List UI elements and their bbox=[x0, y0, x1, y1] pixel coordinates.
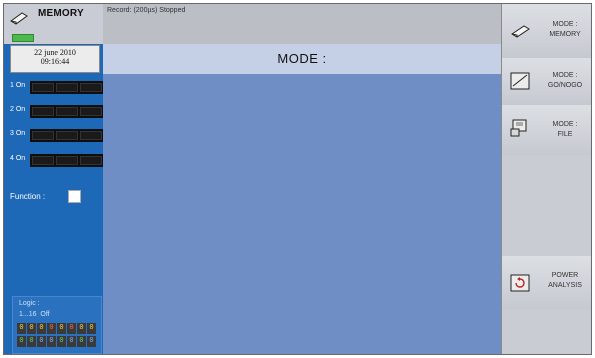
mode-header: MODE : bbox=[103, 44, 501, 75]
logic-bit: 0 bbox=[77, 336, 86, 347]
menu-empty-slot bbox=[502, 309, 591, 354]
channel-2[interactable]: 2 On bbox=[10, 105, 104, 119]
logic-bit: 0 bbox=[47, 323, 56, 334]
logic-bit: 0 bbox=[67, 323, 76, 334]
app-header: MEMORY bbox=[4, 4, 104, 44]
app-title: MEMORY bbox=[38, 8, 84, 19]
logic-bit: 0 bbox=[87, 336, 96, 347]
oscilloscope-screen: MEMORY Record: (200µs) Stopped 22 june 2… bbox=[3, 3, 592, 355]
main-display-area bbox=[103, 74, 501, 354]
logic-bit: 0 bbox=[57, 336, 66, 347]
logic-state: Off bbox=[40, 311, 50, 318]
page-title: MODE : bbox=[277, 51, 327, 66]
mode-memory-button[interactable]: MODE : MEMORY bbox=[502, 4, 591, 59]
logic-bit: 0 bbox=[37, 323, 46, 334]
function-checkbox[interactable] bbox=[68, 190, 81, 203]
menu-label: MODE : MEMORY bbox=[549, 21, 581, 38]
logic-range-value: 1...16 bbox=[19, 311, 37, 318]
time-label: 09:16:44 bbox=[40, 57, 70, 66]
mode-gonogo-button[interactable]: MODE : GO/NOGO bbox=[502, 58, 591, 106]
record-status: Record: (200µs) Stopped bbox=[107, 7, 186, 14]
mode-menu: MODE : MEMORY MODE : GO/NOGO MODE : FILE… bbox=[501, 4, 591, 354]
date-label: 22 june 2010 bbox=[34, 48, 76, 57]
date-time-box: 22 june 2010 09:16:44 bbox=[10, 45, 100, 73]
logic-bit: 0 bbox=[77, 323, 86, 334]
menu-label: POWER ANALYSIS bbox=[548, 272, 582, 289]
channel-settings-bar bbox=[30, 154, 104, 167]
logic-bit: 0 bbox=[87, 323, 96, 334]
logic-channel-grid: 0 0 0 0 0 0 0 0 0 0 0 0 0 0 0 0 bbox=[17, 323, 97, 349]
logic-title: Logic : bbox=[19, 300, 40, 307]
channel-settings-bar bbox=[30, 105, 104, 118]
logic-bit: 0 bbox=[67, 336, 76, 347]
menu-label: MODE : GO/NOGO bbox=[547, 72, 583, 89]
memory-mode-icon bbox=[10, 12, 28, 25]
channel-label: 1 On bbox=[10, 82, 26, 89]
power-analysis-button[interactable]: POWER ANALYSIS bbox=[502, 256, 591, 310]
power-analysis-icon bbox=[510, 274, 530, 292]
channel-settings-bar bbox=[30, 129, 104, 142]
channel-label: 2 On bbox=[10, 106, 26, 113]
logic-box[interactable]: Logic : 1...16 Off 0 0 0 0 0 0 0 0 0 0 0… bbox=[12, 296, 102, 354]
channel-4[interactable]: 4 On bbox=[10, 154, 104, 168]
mode-file-button[interactable]: MODE : FILE bbox=[502, 105, 591, 156]
status-bar: Record: (200µs) Stopped bbox=[103, 4, 501, 44]
channel-settings-bar bbox=[30, 81, 104, 94]
logic-bit: 0 bbox=[17, 323, 26, 334]
channel-1[interactable]: 1 On bbox=[10, 81, 104, 95]
logic-bit: 0 bbox=[27, 323, 36, 334]
logic-bit: 0 bbox=[47, 336, 56, 347]
logic-bit: 0 bbox=[27, 336, 36, 347]
logic-bit: 0 bbox=[17, 336, 26, 347]
channel-label: 4 On bbox=[10, 155, 26, 162]
menu-label: MODE : FILE bbox=[552, 121, 578, 138]
channel-3[interactable]: 3 On bbox=[10, 129, 104, 143]
gonogo-icon bbox=[510, 72, 530, 90]
logic-bit: 0 bbox=[57, 323, 66, 334]
logic-range: 1...16 Off bbox=[19, 311, 50, 318]
file-icon bbox=[510, 119, 527, 137]
memory-icon bbox=[511, 25, 530, 38]
menu-empty-slot bbox=[502, 155, 591, 257]
battery-indicator bbox=[12, 34, 34, 42]
function-label: Function : bbox=[10, 192, 46, 201]
logic-bit: 0 bbox=[37, 336, 46, 347]
channel-label: 3 On bbox=[10, 130, 26, 137]
left-panel: 22 june 2010 09:16:44 1 On 2 On 3 On 4 O… bbox=[4, 44, 104, 354]
